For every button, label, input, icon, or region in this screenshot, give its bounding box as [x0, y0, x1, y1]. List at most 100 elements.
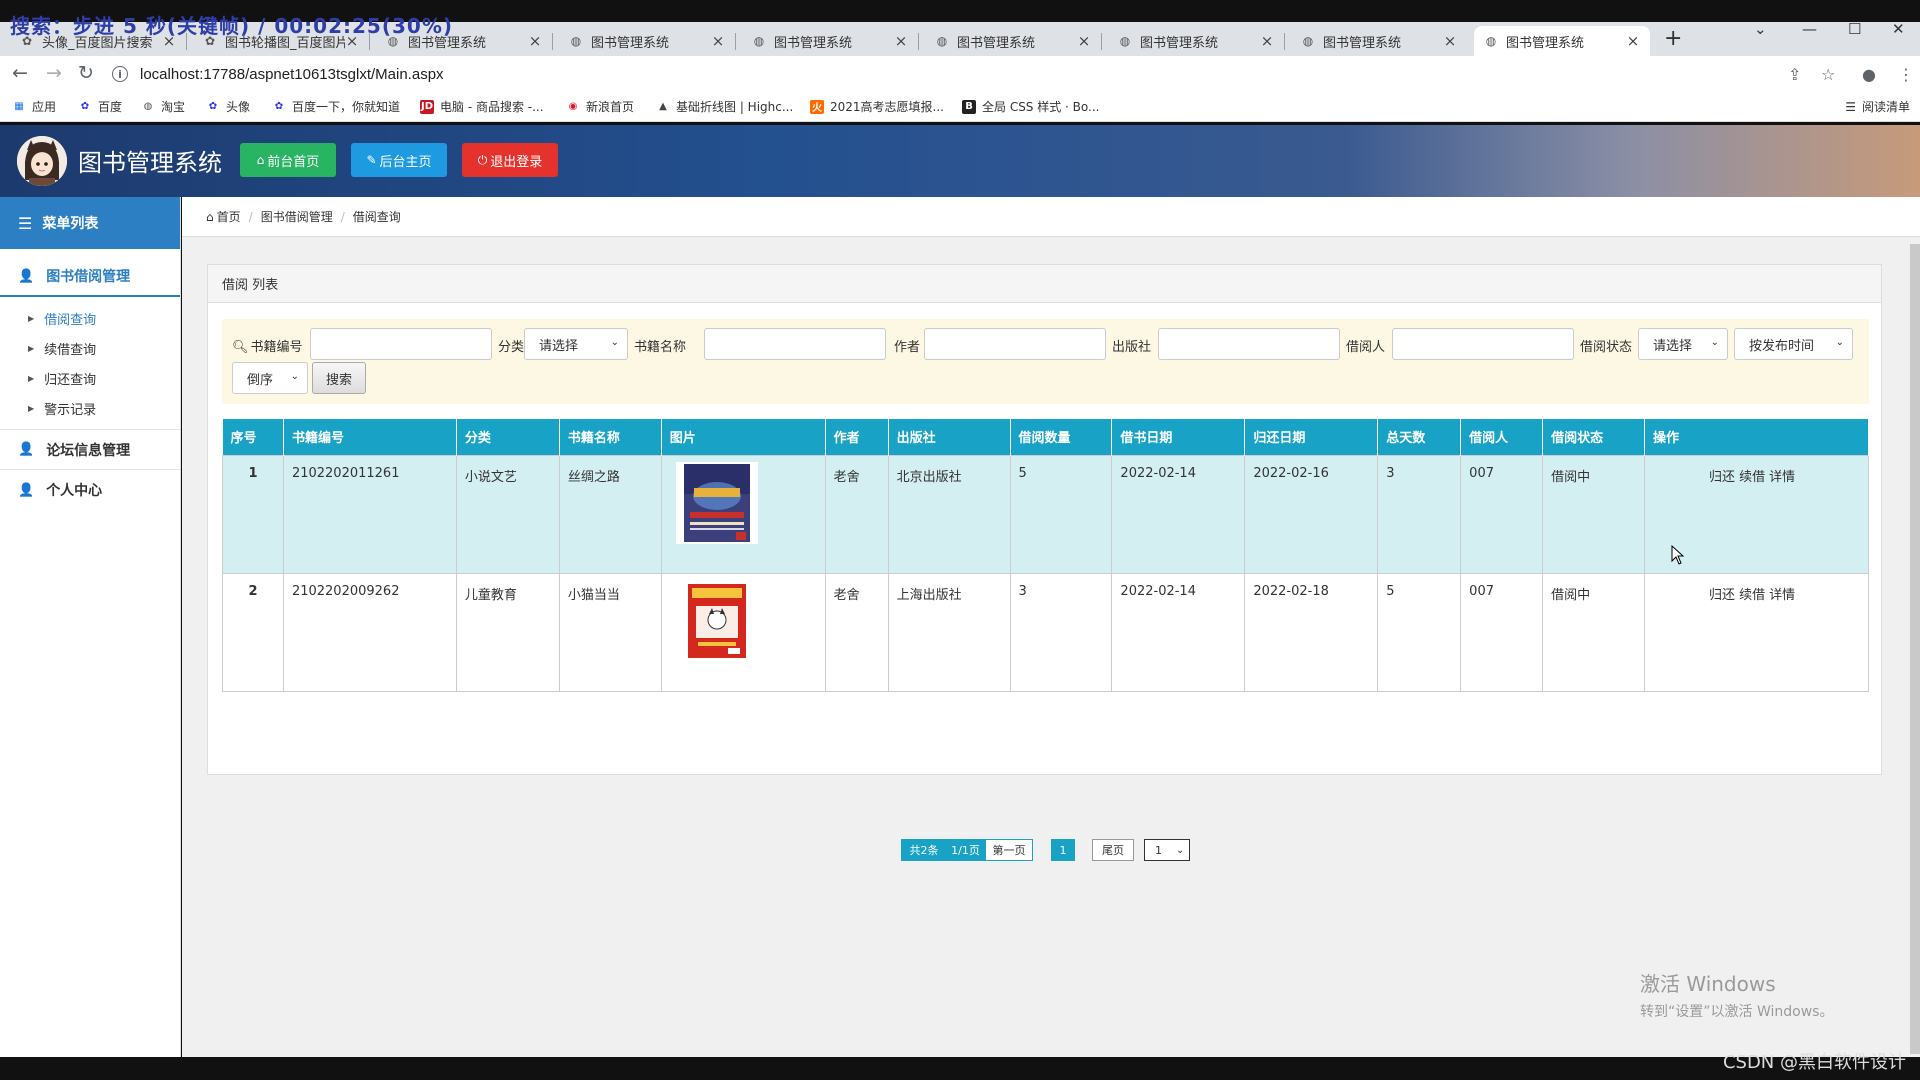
bootstrap-icon: B: [962, 99, 976, 114]
borrower-input[interactable]: [1392, 328, 1574, 360]
share-icon[interactable]: ⇪: [1788, 65, 1801, 84]
reading-list[interactable]: ☰ 阅读清单: [1845, 98, 1910, 115]
globe-icon: ◍: [1119, 34, 1131, 48]
pager-last-button[interactable]: 尾页: [1092, 839, 1134, 861]
pager-current-page[interactable]: 1: [1051, 839, 1075, 861]
browser-tab-active[interactable]: ◍ 图书管理系统 ×: [1474, 26, 1650, 56]
column-header: 归还日期: [1244, 419, 1379, 455]
publisher-input[interactable]: [1158, 328, 1340, 360]
sidebar-group-forum[interactable]: 👤 论坛信息管理: [0, 430, 180, 470]
reload-icon[interactable]: ↻: [78, 62, 94, 84]
pager-page-select[interactable]: 1 ⌄: [1144, 839, 1190, 861]
back-arrow-icon[interactable]: ←: [12, 62, 28, 84]
bookmarks-bar: ▦ 应用 ✿ 百度 ◍ 淘宝 ✿ 头像 ✿ 百度一下，你就知道 JD 电脑 - 商品搜索 -…: [0, 92, 1920, 122]
bookmark[interactable]: ▲ 基础折线图 | Highc...: [656, 98, 793, 115]
search-button[interactable]: 搜索: [312, 362, 366, 394]
forward-arrow-icon[interactable]: →: [46, 62, 62, 84]
back-home-button[interactable]: ✎ 后台主页: [351, 143, 447, 177]
pager-first-button[interactable]: 第一页: [985, 839, 1033, 861]
column-header: 序号: [222, 419, 284, 455]
close-icon[interactable]: ×: [894, 32, 908, 50]
cell-quantity: 5: [1009, 454, 1113, 574]
url-field[interactable]: i localhost:17788/aspnet10613tsglxt/Main…: [112, 60, 1752, 88]
column-header: 借阅人: [1460, 419, 1544, 455]
browser-tab[interactable]: ◍ 图书管理系统 ×: [1108, 26, 1285, 56]
info-icon[interactable]: i: [112, 66, 128, 82]
cell-publisher: 北京出版社: [887, 454, 1011, 574]
paw-icon: ✿: [80, 101, 90, 112]
logout-button[interactable]: ⏻ 退出登录: [462, 143, 558, 177]
breadcrumb-home[interactable]: 首页: [217, 208, 241, 225]
tab-search-icon[interactable]: ⌄: [1754, 20, 1767, 38]
detail-link[interactable]: 详情: [1769, 470, 1795, 485]
bookmark[interactable]: ◍ 淘宝: [141, 98, 185, 115]
bookmark[interactable]: 火 2021高考志愿填报...: [810, 98, 944, 115]
browser-tab[interactable]: ◍ 图书管理系统 ×: [742, 26, 919, 56]
table-row[interactable]: 2 2102202009262 儿童教育 小猫当当 老舍 上海出版社 3 202…: [222, 572, 1869, 692]
book-no-input[interactable]: [310, 328, 492, 360]
profile-icon[interactable]: ●: [1862, 65, 1876, 84]
book-name-input[interactable]: [704, 328, 886, 360]
close-icon[interactable]: ×: [711, 32, 725, 50]
close-icon[interactable]: ×: [1443, 32, 1457, 50]
chevron-down-icon: ⌄: [1835, 337, 1844, 348]
return-link[interactable]: 归还: [1709, 470, 1735, 485]
maximize-button[interactable]: ☐: [1848, 20, 1861, 38]
table-header-row: 序号 书籍编号 分类 书籍名称 图片 作者 出版社 借阅数量 借书日期 归还日期…: [222, 419, 1869, 455]
home-icon: ⌂: [256, 153, 265, 167]
book-cover-image[interactable]: [675, 579, 758, 662]
cell-category: 小说文艺: [455, 454, 560, 574]
bookmark[interactable]: ✿ 头像: [206, 98, 250, 115]
return-link[interactable]: 归还: [1709, 588, 1735, 603]
close-icon[interactable]: ×: [528, 32, 542, 50]
book-cover-image[interactable]: [675, 461, 758, 544]
sort-order-select[interactable]: 倒序 ⌄: [232, 362, 308, 394]
bookmark[interactable]: ✿ 百度: [78, 98, 122, 115]
close-icon[interactable]: ×: [1626, 32, 1640, 50]
bookmark[interactable]: JD 电脑 - 商品搜索 -...: [420, 98, 544, 115]
category-select[interactable]: 请选择 ⌄: [524, 328, 628, 360]
cell-image: [660, 454, 826, 574]
sidebar-group-profile[interactable]: 👤 个人中心: [0, 470, 180, 510]
csdn-watermark: CSDN @黑白软件设计: [1722, 1052, 1906, 1073]
star-icon[interactable]: ☆: [1821, 65, 1835, 84]
page-scrollbar[interactable]: [1910, 244, 1920, 1054]
sidebar-item-return-query[interactable]: ▶ 归还查询: [0, 363, 180, 393]
renew-link[interactable]: 续借: [1739, 588, 1765, 603]
status-select[interactable]: 请选择 ⌄: [1638, 328, 1728, 360]
browser-tab[interactable]: ◍ 图书管理系统 ×: [559, 26, 736, 56]
sidebar-item-borrow-query[interactable]: ▶ 借阅查询: [0, 303, 180, 333]
url-text: localhost:17788/aspnet10613tsglxt/Main.a…: [140, 65, 444, 83]
close-icon[interactable]: ×: [1077, 32, 1091, 50]
close-icon[interactable]: ×: [1260, 32, 1274, 50]
front-home-button[interactable]: ⌂ 前台首页: [240, 143, 336, 177]
minimize-button[interactable]: —: [1802, 20, 1817, 38]
close-window-button[interactable]: ✕: [1892, 20, 1905, 38]
sidebar-item-renew-query[interactable]: ▶ 续借查询: [0, 333, 180, 363]
browser-tab[interactable]: ◍ 图书管理系统 ×: [925, 26, 1102, 56]
bookmark[interactable]: ◉ 新浪首页: [566, 98, 634, 115]
bookmark-apps[interactable]: ▦ 应用: [12, 98, 56, 115]
app-header: 图书管理系统 ⌂ 前台首页 ✎ 后台主页 ⏻ 退出登录: [0, 125, 1920, 197]
pager-pages: 1/1页: [947, 839, 985, 861]
new-tab-button[interactable]: +: [1664, 26, 1682, 51]
cell-borrower: 007: [1460, 454, 1544, 574]
column-header: 总天数: [1377, 419, 1462, 455]
sort-field-select[interactable]: 按发布时间 ⌄: [1734, 328, 1853, 360]
browser-tab[interactable]: ◍ 图书管理系统 ×: [1291, 26, 1467, 56]
user-icon: 👤: [18, 482, 35, 498]
renew-link[interactable]: 续借: [1739, 470, 1765, 485]
menu-kebab-icon[interactable]: ⋮: [1898, 65, 1914, 84]
globe-icon: ◍: [570, 34, 582, 48]
video-overlay-text: 搜索：步进 5 秒(关键帧) / 00:02:25(30%): [10, 14, 453, 38]
author-input[interactable]: [924, 328, 1106, 360]
bookmark[interactable]: ✿ 百度一下，你就知道: [272, 98, 400, 115]
bookmark[interactable]: B 全局 CSS 样式 · Bo...: [962, 98, 1100, 115]
cell-author: 老舍: [824, 454, 889, 574]
detail-link[interactable]: 详情: [1769, 588, 1795, 603]
main-content: ⌂ 首页 / 图书借阅管理 / 借阅查询 借阅 列表 🔍︎ 书籍编号 分类 请选择…: [182, 197, 1920, 1057]
sidebar-item-warning-records[interactable]: ▶ 警示记录: [0, 393, 180, 423]
breadcrumb-borrow-manage[interactable]: 图书借阅管理: [261, 208, 333, 225]
sidebar-group-borrow[interactable]: 👤 图书借阅管理: [0, 257, 180, 297]
table-row[interactable]: 1 2102202011261 小说文艺 丝绸之路 老舍 北京出版社 5 202…: [222, 454, 1869, 574]
